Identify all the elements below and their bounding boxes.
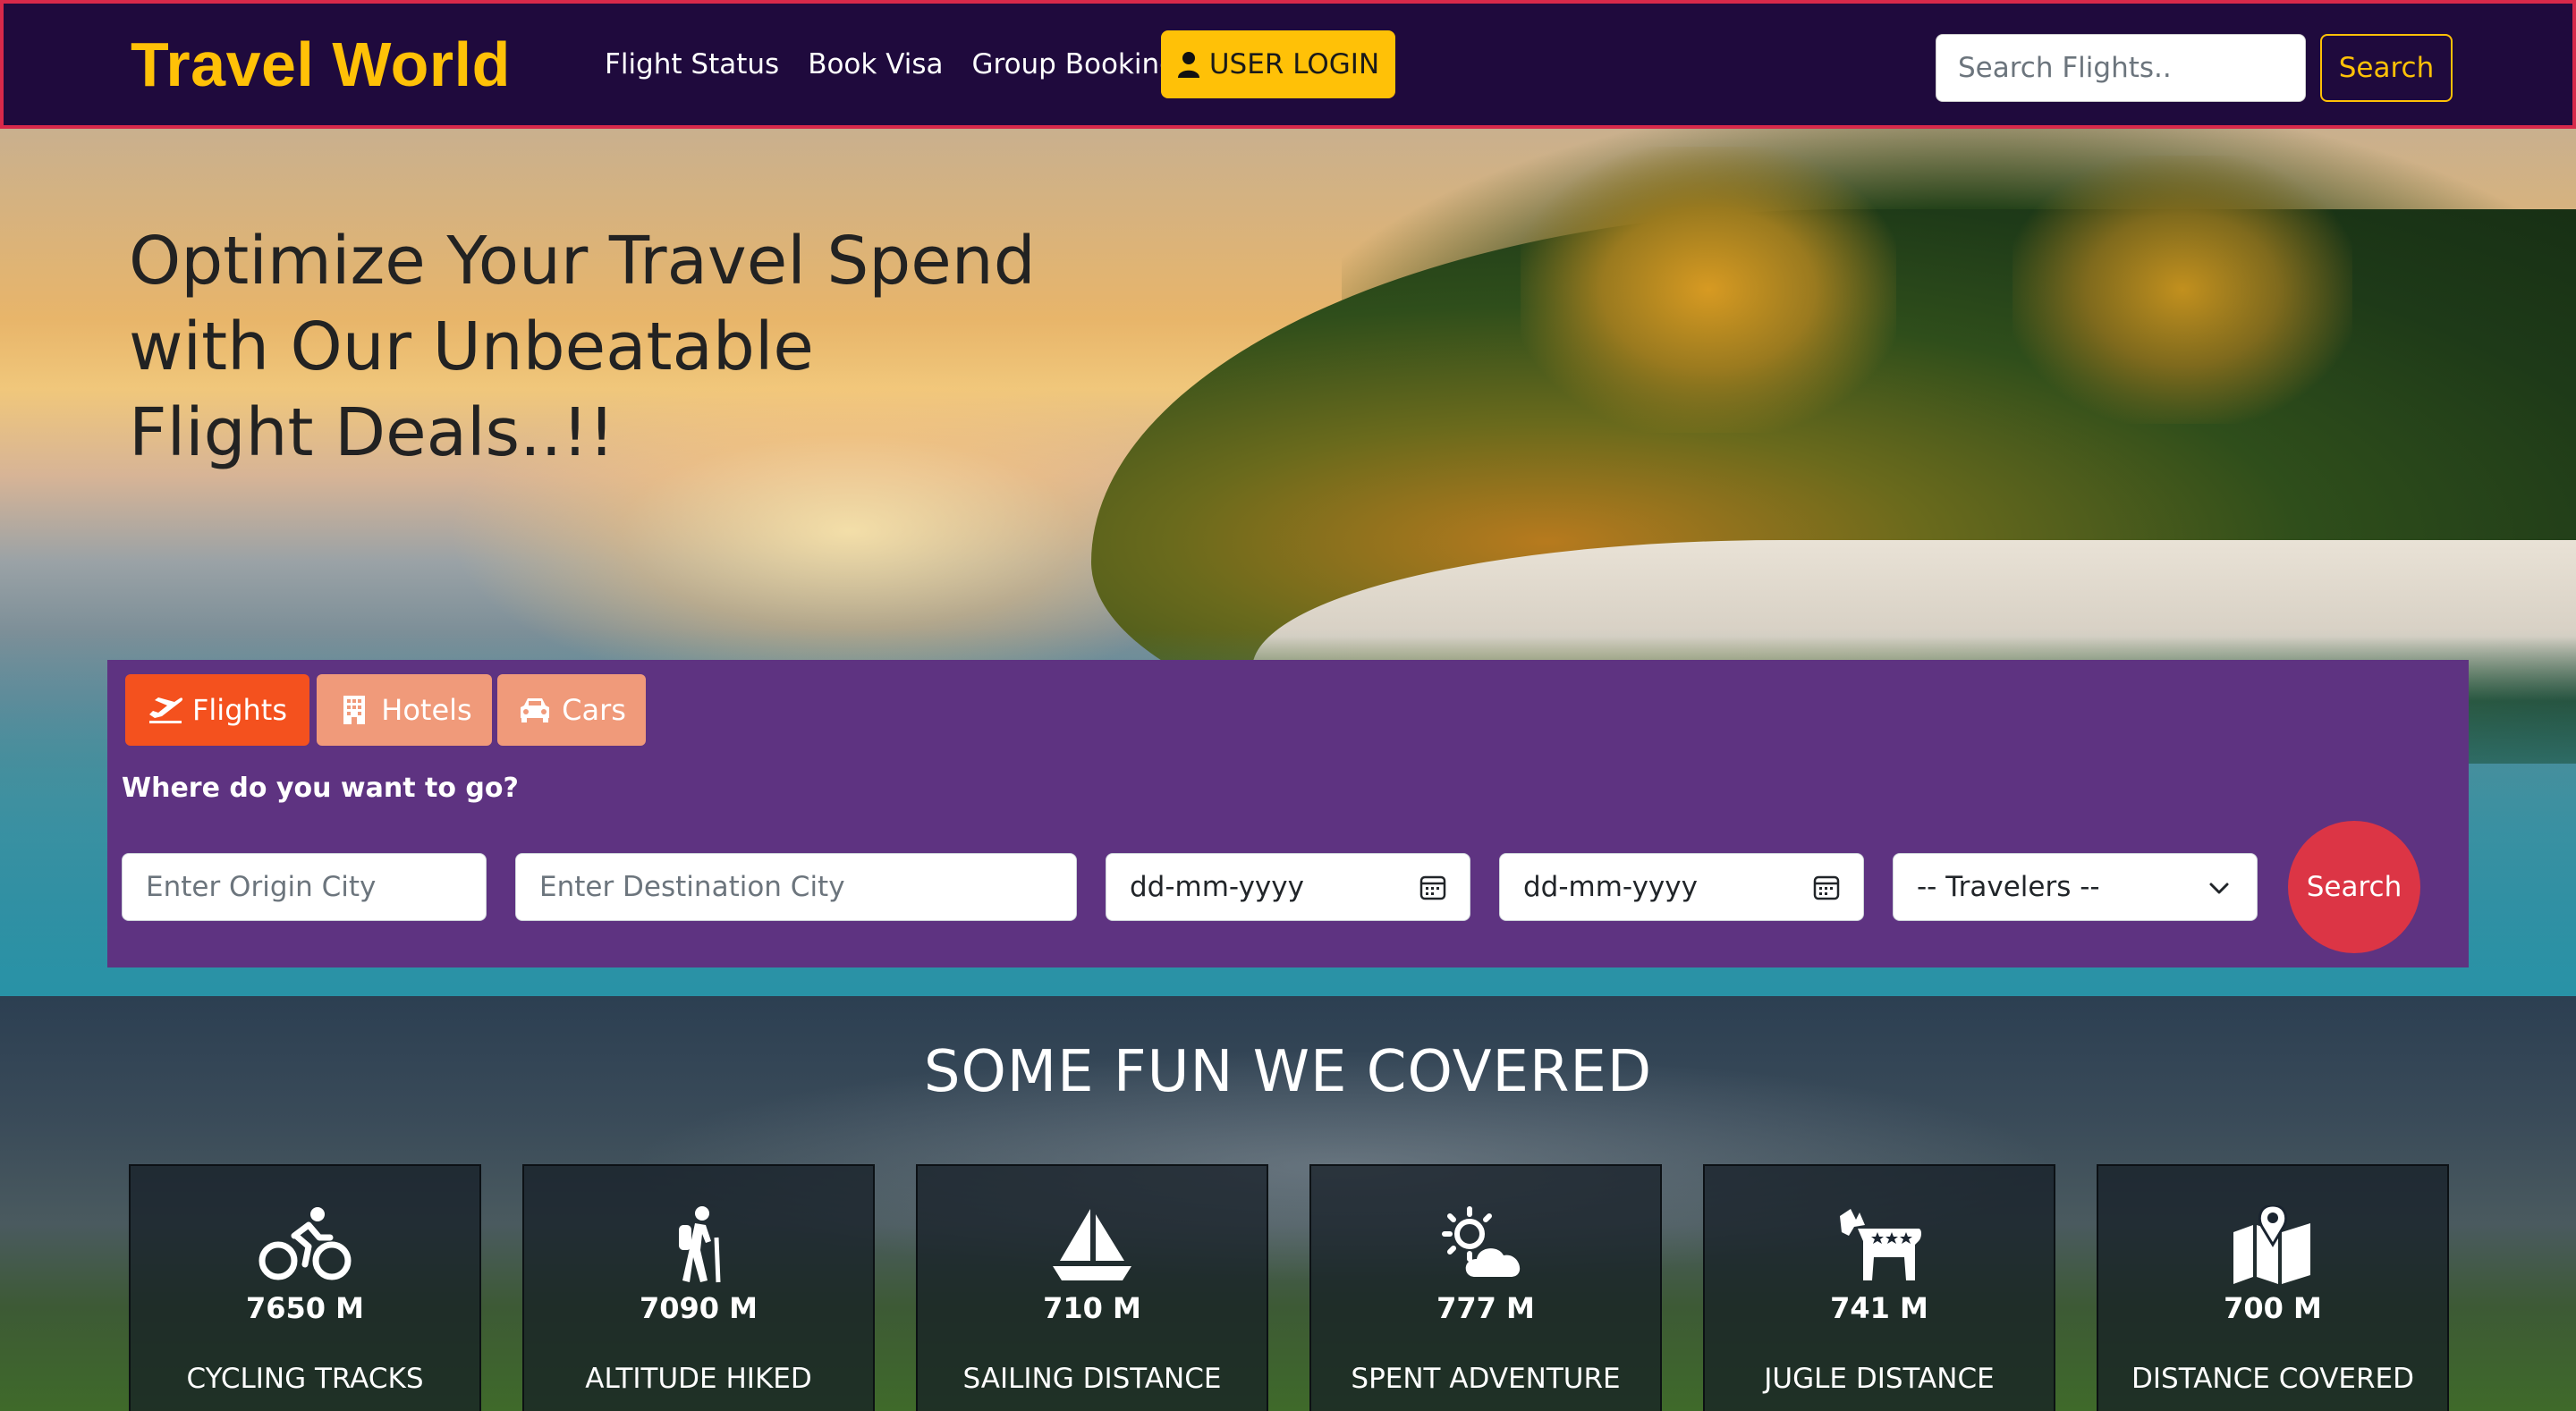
- chevron-down-icon: [2209, 883, 2229, 894]
- travelers-select[interactable]: -- Travelers --: [1893, 853, 2258, 921]
- destination-city-input[interactable]: Enter Destination City: [515, 853, 1077, 921]
- nav-link-book-visa[interactable]: Book Visa: [808, 48, 943, 80]
- nav-link-flight-status[interactable]: Flight Status: [605, 48, 779, 80]
- stat-label: JUGLE DISTANCE: [1764, 1363, 1995, 1395]
- hero-title-line: with Our Unbeatable: [129, 308, 814, 385]
- stat-value: 741 M: [1830, 1291, 1928, 1325]
- stat-card: 7650 M CYCLING TRACKS: [129, 1164, 481, 1411]
- stat-label: DISTANCE COVERED: [2131, 1363, 2414, 1395]
- stat-card: 710 M SAILING DISTANCE: [916, 1164, 1268, 1411]
- stat-label: CYCLING TRACKS: [186, 1363, 424, 1395]
- navbar: Travel World Flight Status Book Visa Gro…: [0, 0, 2576, 129]
- tab-flights[interactable]: Flights: [125, 674, 309, 746]
- stat-label: SPENT ADVENTURE: [1351, 1363, 1621, 1395]
- hero-palm: [2012, 156, 2352, 424]
- hero-title: Optimize Your Travel Spend with Our Unbe…: [129, 218, 1113, 476]
- travelers-value: -- Travelers --: [1917, 871, 2100, 903]
- tab-cars-label: Cars: [562, 693, 626, 727]
- search-prompt: Where do you want to go?: [122, 773, 519, 804]
- car-icon: [521, 698, 550, 722]
- calendar-icon[interactable]: [1419, 874, 1446, 900]
- stats-title: SOME FUN WE COVERED: [923, 1039, 1653, 1105]
- donkey-icon: [1840, 1209, 1921, 1280]
- return-date-input[interactable]: dd-mm-yyyy: [1499, 853, 1864, 921]
- hero-title-line: Flight Deals..!!: [129, 394, 615, 471]
- nav-links: Flight Status Book Visa Group Booking: [605, 48, 1177, 80]
- calendar-icon[interactable]: [1813, 874, 1840, 900]
- stat-label: ALTITUDE HIKED: [585, 1363, 812, 1395]
- stat-value: 710 M: [1043, 1291, 1141, 1325]
- stats-section: SOME FUN WE COVERED 7650 M CYCLING TRACK…: [0, 996, 2576, 1411]
- tab-hotels-label: Hotels: [381, 693, 472, 727]
- sailboat-icon: [1053, 1209, 1131, 1280]
- map-location-icon: [2233, 1205, 2310, 1284]
- building-icon: [343, 696, 366, 724]
- stat-value: 7650 M: [245, 1291, 365, 1325]
- user-login-label: USER LOGIN: [1208, 48, 1380, 80]
- search-submit-button[interactable]: Search: [2288, 821, 2420, 953]
- stat-value: 7090 M: [639, 1291, 758, 1325]
- departure-date-input[interactable]: dd-mm-yyyy: [1106, 853, 1470, 921]
- nav-link-group-booking[interactable]: Group Booking: [971, 48, 1176, 80]
- bicycle-icon: [258, 1207, 352, 1280]
- origin-city-input[interactable]: Enter Origin City: [122, 853, 487, 921]
- hero-palm: [1521, 147, 1896, 433]
- departure-date-value: dd-mm-yyyy: [1130, 871, 1304, 903]
- user-icon: [1177, 52, 1199, 78]
- hero-title-line: Optimize Your Travel Spend: [129, 223, 1036, 300]
- stat-card: 7090 M ALTITUDE HIKED: [522, 1164, 875, 1411]
- stat-value: 777 M: [1436, 1291, 1535, 1325]
- plane-departure-icon: [149, 697, 183, 723]
- user-login-button[interactable]: USER LOGIN: [1161, 30, 1395, 98]
- tab-hotels[interactable]: Hotels: [317, 674, 492, 746]
- sun-cloud-icon: [1442, 1206, 1521, 1277]
- flight-search-input[interactable]: Search Flights..: [1936, 34, 2306, 102]
- booking-search-panel: Flights Hotels Cars Where do you want to…: [107, 660, 2469, 967]
- stat-card: 700 M DISTANCE COVERED: [2097, 1164, 2449, 1411]
- stat-label: SAILING DISTANCE: [962, 1363, 1222, 1395]
- tab-flights-label: Flights: [192, 693, 287, 727]
- stat-value: 700 M: [2224, 1291, 2322, 1325]
- hiking-icon: [679, 1206, 721, 1283]
- nav-search-button[interactable]: Search: [2320, 34, 2453, 102]
- tab-cars[interactable]: Cars: [497, 674, 646, 746]
- stat-card: 777 M SPENT ADVENTURE: [1309, 1164, 1662, 1411]
- return-date-value: dd-mm-yyyy: [1523, 871, 1698, 903]
- stat-card: 741 M JUGLE DISTANCE: [1703, 1164, 2055, 1411]
- brand-logo[interactable]: Travel World: [131, 29, 511, 100]
